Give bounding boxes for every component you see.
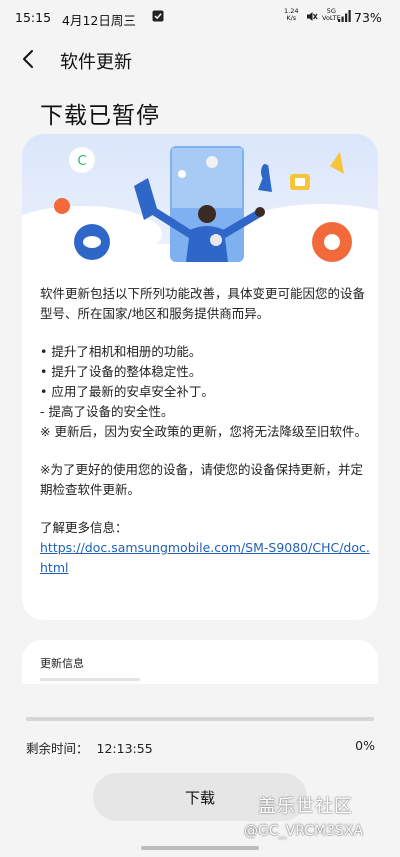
release-notes-bullet: ※ 更新后，因为安全政策的更新，您将无法降级至旧软件。 (40, 424, 367, 439)
app-header: 软件更新 (0, 38, 400, 82)
remaining-time-label: 剩余时间： (26, 741, 89, 756)
update-info-card[interactable]: 更新信息 (22, 640, 378, 684)
release-notes-bullet: • 提升了相机和相册的功能。 (40, 344, 202, 359)
back-button[interactable] (14, 44, 44, 74)
download-progress-bar (26, 717, 374, 721)
back-arrow-icon (23, 50, 33, 68)
svg-text:C: C (77, 154, 86, 169)
network-speed: 1.24 K/s (284, 8, 298, 22)
network-speed-unit: K/s (286, 14, 297, 22)
home-indicator[interactable] (141, 846, 259, 850)
header-title: 软件更新 (60, 52, 132, 73)
mute-icon (307, 12, 318, 21)
release-notes-intro: 软件更新包括以下所列功能改善，具体变更可能因您的设备型号、所在国家/地区和服务提… (40, 286, 366, 321)
watermark-handle: @GC_VRCM3SXA (244, 823, 364, 839)
release-notes-text: 软件更新包括以下所列功能改善，具体变更可能因您的设备型号、所在国家/地区和服务提… (40, 284, 370, 578)
update-illustration: C (22, 134, 378, 274)
status-bar: 15:15 4月12日周三 1.24 K/s 5G VoLTE 73% (0, 0, 400, 34)
release-notes-bullet: • 应用了最新的安卓安全补丁。 (40, 384, 214, 399)
notification-check-icon (152, 10, 164, 22)
faded-text-row (40, 678, 140, 681)
more-info-label: 了解更多信息： (40, 520, 128, 535)
release-notes-bullet: • 提升了设备的整体稳定性。 (40, 364, 202, 379)
remaining-time: 剩余时间： 12:13:55 (26, 738, 153, 757)
status-date: 4月12日周三 (62, 13, 136, 28)
status-time: 15:15 (15, 10, 52, 25)
release-notes-card: C 软件更新包括以下所列功能改善，具体变更可能因您的设备型号、所在国家/地区和服… (22, 134, 378, 620)
signal-icon (338, 10, 351, 22)
release-notes-bullet: - 提高了设备的安全性。 (40, 404, 174, 419)
remaining-time-value: 12:13:55 (96, 741, 153, 756)
watermark-text: 盖乐世社区 (258, 796, 353, 817)
release-notes-note: ※为了更好的使用您的设备，请使您的设备保持更新，并定期检查软件更新。 (40, 462, 363, 497)
page-title: 下载已暂停 (40, 103, 160, 129)
update-info-title: 更新信息 (40, 657, 84, 670)
progress-percent: 0% (355, 738, 375, 753)
more-info-link[interactable]: https://doc.samsungmobile.com/SM-S9080/C… (40, 538, 370, 578)
battery-percent: 73% (354, 10, 382, 25)
